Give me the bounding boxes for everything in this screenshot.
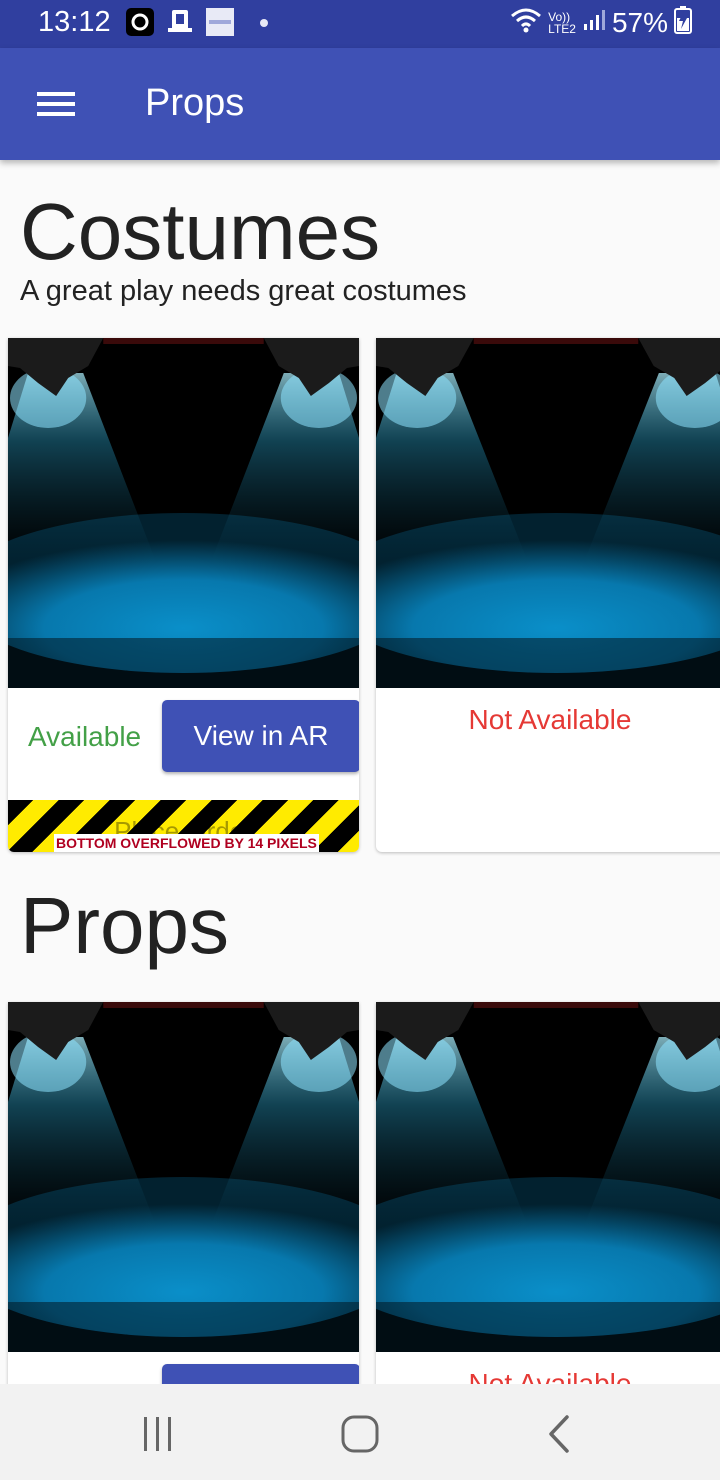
zomato-icon [206,8,236,38]
costume-image [376,338,720,688]
view-in-ar-button[interactable] [162,1364,359,1384]
prop-card[interactable]: Not Available [376,1002,720,1384]
overflow-warning: Place Order BOTTOM OVERFLOWED BY 14 PIXE… [8,800,359,852]
costume-image [8,338,359,688]
scroll-content[interactable]: Costumes A great play needs great costum… [0,160,720,1384]
prop-image [376,1002,720,1352]
recent-apps-button[interactable] [128,1412,188,1456]
status-time: 13:12 [38,6,111,38]
costume-card[interactable]: Available View in AR Place Order BOTTOM … [8,338,359,852]
home-button[interactable] [330,1412,390,1456]
overflow-label: BOTTOM OVERFLOWED BY 14 PIXELS [54,834,319,852]
wifi-icon [510,6,542,39]
availability-status: Available [28,721,142,752]
battery-percent: 57% [611,6,668,38]
recent-apps-icon [144,1417,171,1451]
signal-icon [582,8,606,37]
costumes-subtitle: A great play needs great costumes [20,275,467,307]
home-icon [341,1415,379,1453]
battery-charging-icon [674,6,692,39]
screen: 13:12 Vo)) LTE2 57% Props Costumes A gre… [0,0,720,1480]
notification-icons [126,8,268,38]
network-label: Vo)) LTE2 [548,9,576,36]
costume-card[interactable]: Not Available [376,338,720,852]
back-button[interactable] [530,1412,590,1456]
status-bar: 13:12 Vo)) LTE2 57% [0,0,720,48]
status-right: Vo)) LTE2 57% [510,6,692,39]
prop-card[interactable] [8,1002,359,1384]
tray-icon [166,8,196,38]
props-heading: Props [20,881,229,970]
app-bar: Props [0,48,720,160]
system-nav-bar [0,1384,720,1480]
prop-image [8,1002,359,1352]
costumes-heading: Costumes [20,187,381,276]
ola-icon [126,8,156,38]
more-notifications-icon [260,19,268,27]
view-in-ar-button[interactable]: View in AR [162,700,359,772]
menu-button[interactable] [22,76,90,132]
back-icon [549,1415,569,1453]
availability-status: Not Available [468,704,632,735]
page-title: Props [145,82,245,124]
availability-status: Not Available [468,1368,632,1384]
hamburger-menu-icon [37,92,75,116]
